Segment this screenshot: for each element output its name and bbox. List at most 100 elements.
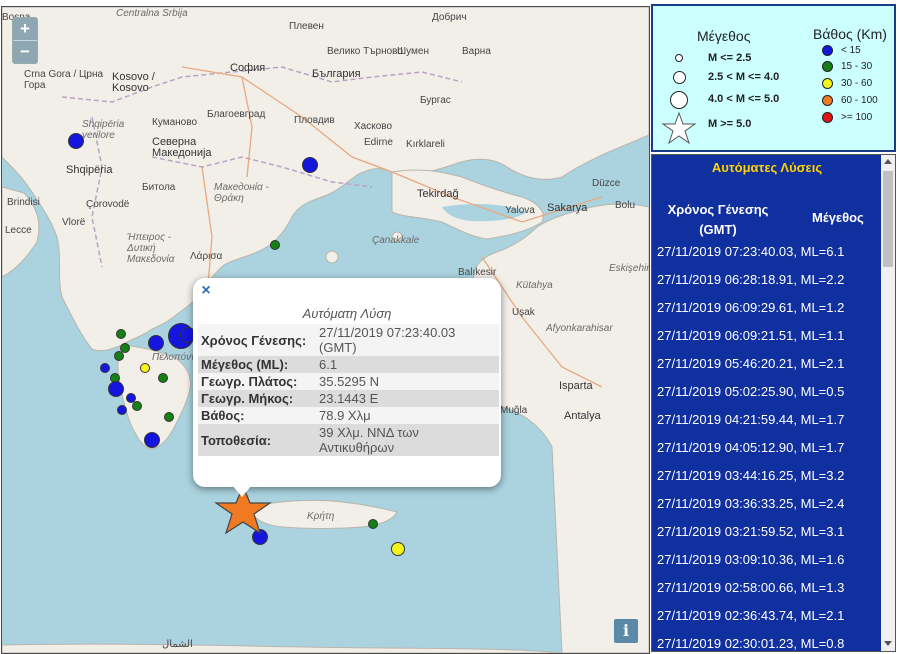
legend-depth-title: Βάθος (Km) xyxy=(813,26,887,42)
map-label: Северна Македонија xyxy=(152,136,212,159)
map-label: Λάρισα xyxy=(190,251,223,262)
map-label: София xyxy=(230,62,266,74)
popup-row: Βάθος: 78.9 Χλμ xyxy=(198,407,499,424)
earthquake-marker[interactable] xyxy=(140,363,150,373)
map-label: Кумановo xyxy=(152,117,198,128)
legend-depth-dot xyxy=(822,112,833,123)
legend-magnitude-title: Μέγεθος xyxy=(697,28,751,44)
solution-row[interactable]: 27/11/2019 06:28:18.91, ML=2.2 xyxy=(657,272,844,287)
map-label: Muğla xyxy=(500,405,528,416)
close-popup-button[interactable]: × xyxy=(199,283,213,299)
solution-row[interactable]: 27/11/2019 03:09:10.36, ML=1.6 xyxy=(657,552,844,567)
solutions-title: Αυτόματες Λύσεις xyxy=(711,160,823,175)
solution-row[interactable]: 27/11/2019 02:36:43.74, ML=2.1 xyxy=(657,608,844,623)
map-label: Isparta xyxy=(559,380,593,392)
popup-row: Γεωγρ. Μήκος: 23.1443 E xyxy=(198,390,499,407)
scrollbar-thumb[interactable] xyxy=(883,171,893,267)
legend-depth-dot xyxy=(822,78,833,89)
solution-row[interactable]: 27/11/2019 04:05:12.90, ML=1.7 xyxy=(657,440,844,455)
popup-value: 6.1 xyxy=(316,356,499,373)
map-label: Crna Gora / Црна Гора xyxy=(24,69,104,91)
map-label: Çanakkale xyxy=(372,235,420,246)
map-label: Lecce xyxy=(5,225,32,236)
legend-depth-label: 60 - 100 xyxy=(841,95,878,106)
map-label: Balıkesir xyxy=(458,267,497,278)
popup-row: Χρόνος Γένεσης: 27/11/2019 07:23:40.03 (G… xyxy=(198,324,499,356)
earthquake-marker[interactable] xyxy=(100,363,110,373)
scrollbar[interactable] xyxy=(881,155,895,651)
earthquake-marker[interactable] xyxy=(114,351,124,361)
earthquake-marker[interactable] xyxy=(132,401,142,411)
legend-depth-label: 30 - 60 xyxy=(841,78,873,89)
map-view[interactable]: Добрич Плевен Шумен Centralna Srbija Вар… xyxy=(1,6,650,654)
map-label: България xyxy=(312,68,361,80)
map-label: Brindisi xyxy=(7,197,40,208)
map-label: الشمال xyxy=(162,639,193,650)
map-label: Eskişehir xyxy=(609,263,650,274)
scroll-down-icon[interactable] xyxy=(884,641,892,646)
scroll-up-icon[interactable] xyxy=(884,159,892,164)
earthquake-marker[interactable] xyxy=(302,157,318,173)
earthquake-marker[interactable] xyxy=(164,412,174,422)
popup-tail xyxy=(233,486,251,497)
solution-row[interactable]: 27/11/2019 03:21:59.52, ML=3.1 xyxy=(657,524,844,539)
popup-label: Βάθος: xyxy=(198,407,316,424)
solution-row[interactable]: 27/11/2019 03:44:16.25, ML=3.2 xyxy=(657,468,844,483)
solution-row[interactable]: 27/11/2019 02:30:01.23, ML=0.8 xyxy=(657,636,844,651)
earthquake-marker[interactable] xyxy=(270,240,280,250)
popup-value: 35.5295 N xyxy=(316,373,499,390)
legend-panel: Μέγεθος Βάθος (Km) M <= 2.5 2.5 < M <= 4… xyxy=(651,4,896,152)
earthquake-marker[interactable] xyxy=(108,381,124,397)
solution-row[interactable]: 27/11/2019 06:09:29.61, ML=1.2 xyxy=(657,300,844,315)
column-header-magnitude: Μέγεθος xyxy=(812,210,864,225)
solution-row[interactable]: 27/11/2019 07:23:40.03, ML=6.1 xyxy=(657,244,844,259)
popup-label: Χρόνος Γένεσης: xyxy=(198,324,316,356)
solution-row[interactable]: 27/11/2019 06:09:21.51, ML=1.1 xyxy=(657,328,844,343)
map-label: Kırklareli xyxy=(406,139,445,150)
map-label: Kütahya xyxy=(516,280,553,291)
map-label: Tekirdağ xyxy=(417,188,459,200)
map-label: Благоевград xyxy=(207,109,266,120)
column-header-time: Χρόνος Γένεσης (GMT) xyxy=(667,202,769,237)
solution-row[interactable]: 27/11/2019 05:46:20.21, ML=2.1 xyxy=(657,356,844,371)
solution-row[interactable]: 27/11/2019 05:02:25.90, ML=0.5 xyxy=(657,384,844,399)
earthquake-marker[interactable] xyxy=(116,329,126,339)
earthquake-marker[interactable] xyxy=(368,519,378,529)
popup-label: Γεωγρ. Πλάτος: xyxy=(198,373,316,390)
zoom-out-button[interactable]: − xyxy=(13,40,37,63)
map-label: Çorovodë xyxy=(86,199,130,210)
legend-magnitude-label: 4.0 < M <= 5.0 xyxy=(708,93,780,105)
earthquake-marker[interactable] xyxy=(158,373,168,383)
zoom-control: + − xyxy=(12,17,38,64)
earthquake-marker[interactable] xyxy=(117,405,127,415)
map-label: Sakarya xyxy=(547,202,588,214)
solutions-panel: Αυτόματες Λύσεις Χρόνος Γένεσης (GMT) Μέ… xyxy=(651,154,896,652)
earthquake-marker[interactable] xyxy=(148,335,164,351)
map-label: Kosovo / Kosovo xyxy=(112,71,155,94)
info-button[interactable]: i xyxy=(614,619,638,643)
popup-value: 39 Χλμ. ΝΝΔ των Αντικυθήρων xyxy=(316,424,499,456)
map-label: Плевен xyxy=(289,21,324,32)
map-label: Хасково xyxy=(354,121,393,132)
popup-row: Μέγεθος (ML): 6.1 xyxy=(198,356,499,373)
legend-magnitude-dot xyxy=(670,91,688,109)
solution-row[interactable]: 27/11/2019 04:21:59.44, ML=1.7 xyxy=(657,412,844,427)
zoom-in-button[interactable]: + xyxy=(13,18,37,40)
legend-star-icon xyxy=(661,112,697,145)
popup-label: Τοποθεσία: xyxy=(198,424,316,456)
solution-row[interactable]: 27/11/2019 02:58:00.66, ML=1.3 xyxy=(657,580,844,595)
popup-row: Γεωγρ. Πλάτος: 35.5295 N xyxy=(198,373,499,390)
popup-label: Μέγεθος (ML): xyxy=(198,356,316,373)
earthquake-marker[interactable] xyxy=(391,542,405,556)
solution-row[interactable]: 27/11/2019 03:36:33.25, ML=2.4 xyxy=(657,496,844,511)
map-label: Велико Търново xyxy=(327,46,403,57)
map-label: Uşak xyxy=(512,307,535,318)
earthquake-marker[interactable] xyxy=(144,432,160,448)
map-label: Afyonkarahisar xyxy=(546,323,613,334)
earthquake-marker[interactable] xyxy=(68,133,84,149)
legend-magnitude-label: M >= 5.0 xyxy=(708,118,752,130)
legend-depth-label: >= 100 xyxy=(841,112,873,123)
map-label: Ήπειρος - Δυτική Μακεδονία xyxy=(127,232,175,265)
map-label: Варна xyxy=(462,46,491,57)
legend-depth-dot xyxy=(822,61,833,72)
